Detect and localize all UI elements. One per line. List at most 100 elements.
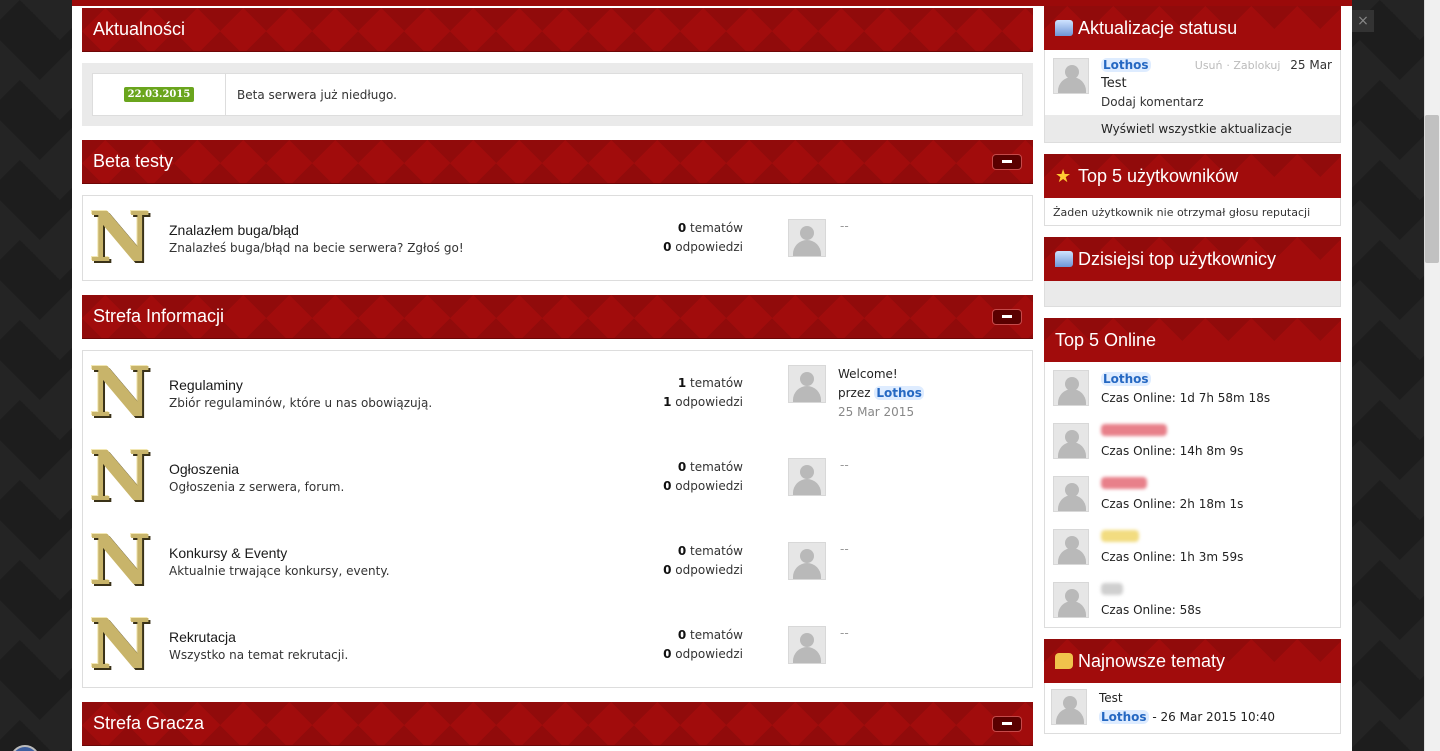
last-post: -- [788,219,849,257]
category-title[interactable]: Beta testy [93,151,173,172]
blurred-username[interactable] [1101,477,1147,489]
newest-topic-meta: - 26 Mar 2015 10:40 [1148,710,1275,724]
posts-label: odpowiedzi [675,395,743,409]
posts-label: odpowiedzi [675,479,743,493]
scrollbar-track[interactable] [1424,0,1440,751]
topics-label: tematów [690,544,743,558]
last-post-date: 25 Mar 2015 [838,404,915,419]
last-post-empty: -- [840,626,849,640]
category-title[interactable]: Strefa Gracza [93,713,204,734]
news-box: 22.03.2015 Beta serwera już niedługo. [82,63,1033,126]
user-link[interactable]: Lothos [1099,710,1149,724]
forum-stats: 0 tematów 0 odpowiedzi [609,626,745,664]
sidebar-header-top5: ★ Top 5 użytkowników [1044,154,1341,198]
chat-icon [1055,20,1073,36]
forum-title[interactable]: Rekrutacja [169,629,609,645]
user-link[interactable]: Lothos [1101,372,1151,386]
avatar[interactable] [1051,689,1087,725]
show-all-updates-link[interactable]: Wyświetl wszystkie aktualizacje [1045,115,1340,142]
posts-count: 0 [663,563,672,577]
close-icon[interactable]: × [1352,10,1374,32]
online-time: Czas Online: 1h 3m 59s [1101,550,1244,564]
user-link[interactable]: Lothos [1101,58,1151,72]
last-post: -- [788,458,849,496]
category-header-info[interactable]: Strefa Informacji [82,295,1033,339]
last-post-by: przez [838,385,871,400]
forum-row: N Znalazłem buga/błąd Znalazłeś buga/błą… [83,196,1032,280]
forum-list: N Regulaminy Zbiór regulaminów, które u … [82,350,1033,688]
avatar [788,458,826,496]
sidebar: Aktualizacje statusu Lothos Usuń · Zablo… [1044,6,1341,734]
delete-link[interactable]: Usuń [1195,59,1223,72]
avatar [788,219,826,257]
avatar[interactable] [1053,370,1089,406]
news-date-badge: 22.03.2015 [123,87,195,102]
blurred-username[interactable] [1101,530,1139,542]
collapse-button[interactable] [992,153,1022,170]
category-header-beta[interactable]: Beta testy [82,140,1033,184]
chat-icon [1055,251,1073,267]
forum-row: N Konkursy & Eventy Aktualnie trwające k… [83,519,1032,603]
user-link[interactable]: Lothos [874,385,924,400]
forum-n-icon: N [89,198,152,278]
scrollbar-thumb[interactable] [1425,115,1439,263]
minus-icon [1002,160,1012,163]
news-date-cell: 22.03.2015 [93,74,226,115]
forum-title[interactable]: Ogłoszenia [169,461,609,477]
forum-stats: 0 tematów 0 odpowiedzi [609,458,745,496]
news-header: Aktualności [82,8,1033,52]
online-user-row: Lothos Czas Online: 1d 7h 58m 18s [1045,362,1340,415]
collapse-button[interactable] [992,308,1022,325]
online-user-row: Czas Online: 2h 18m 1s [1045,468,1340,521]
forum-title[interactable]: Regulaminy [169,377,609,393]
last-post-title[interactable]: Welcome! [838,365,924,384]
minus-icon [1002,315,1012,318]
news-text[interactable]: Beta serwera już niedługo. [226,88,397,102]
collapse-button[interactable] [992,715,1022,732]
online-user-row: Czas Online: 1h 3m 59s [1045,521,1340,574]
newest-topic-title[interactable]: Test [1099,689,1275,708]
posts-count: 1 [663,395,672,409]
sidebar-title: Top 5 Online [1055,329,1157,350]
forum-n-icon: N [89,353,152,433]
blurred-username[interactable] [1101,583,1123,595]
forum-title[interactable]: Znalazłem buga/błąd [169,222,609,238]
avatar[interactable] [1053,582,1089,618]
forum-stats: 0 tematów 0 odpowiedzi [609,542,745,580]
posts-label: odpowiedzi [675,563,743,577]
topics-count: 0 [677,221,687,235]
minus-icon [1002,722,1012,725]
forum-stats: 1 tematów 1 odpowiedzi [609,374,745,412]
sidebar-header-newest: Najnowsze tematy [1044,639,1341,683]
blurred-username[interactable] [1101,424,1167,436]
add-comment-link[interactable]: Dodaj komentarz [1101,95,1332,109]
block-link[interactable]: Zablokuj [1233,59,1280,72]
forum-description: Znalazłeś buga/błąd na becie serwera? Zg… [169,240,464,255]
online-time: Czas Online: 58s [1101,603,1202,617]
posts-count: 0 [663,240,672,254]
topics-count: 0 [677,628,687,642]
forum-row: N Ogłoszenia Ogłoszenia z serwera, forum… [83,435,1032,519]
avatar[interactable] [1053,476,1089,512]
avatar[interactable] [1053,529,1089,565]
forum-title[interactable]: Konkursy & Eventy [169,545,609,561]
category-header-player[interactable]: Strefa Gracza [82,702,1033,746]
forum-row: N Regulaminy Zbiór regulaminów, które u … [83,351,1032,435]
sidebar-title: Top 5 użytkowników [1078,165,1239,186]
topics-label: tematów [690,221,743,235]
forum-n-icon: N [89,521,152,601]
forum-row: N Rekrutacja Wszystko na temat rekrutacj… [83,603,1032,687]
category-title[interactable]: Strefa Informacji [93,306,224,327]
avatar[interactable] [1053,423,1089,459]
newest-box: Test Lothos - 26 Mar 2015 10:40 [1044,683,1341,734]
topics-count: 1 [677,376,687,390]
posts-count: 0 [663,479,672,493]
newest-topic-row: Test Lothos - 26 Mar 2015 10:40 [1045,683,1340,733]
last-post: Welcome! przez Lothos 25 Mar 2015 [788,364,924,422]
forum-list: N Znalazłem buga/błąd Znalazłeś buga/błą… [82,195,1033,281]
online-user-row: Czas Online: 14h 8m 9s [1045,415,1340,468]
sidebar-title: Najnowsze tematy [1078,650,1226,671]
avatar[interactable] [788,364,826,403]
avatar[interactable] [1053,58,1089,94]
speech-bubble-icon [1055,653,1073,669]
